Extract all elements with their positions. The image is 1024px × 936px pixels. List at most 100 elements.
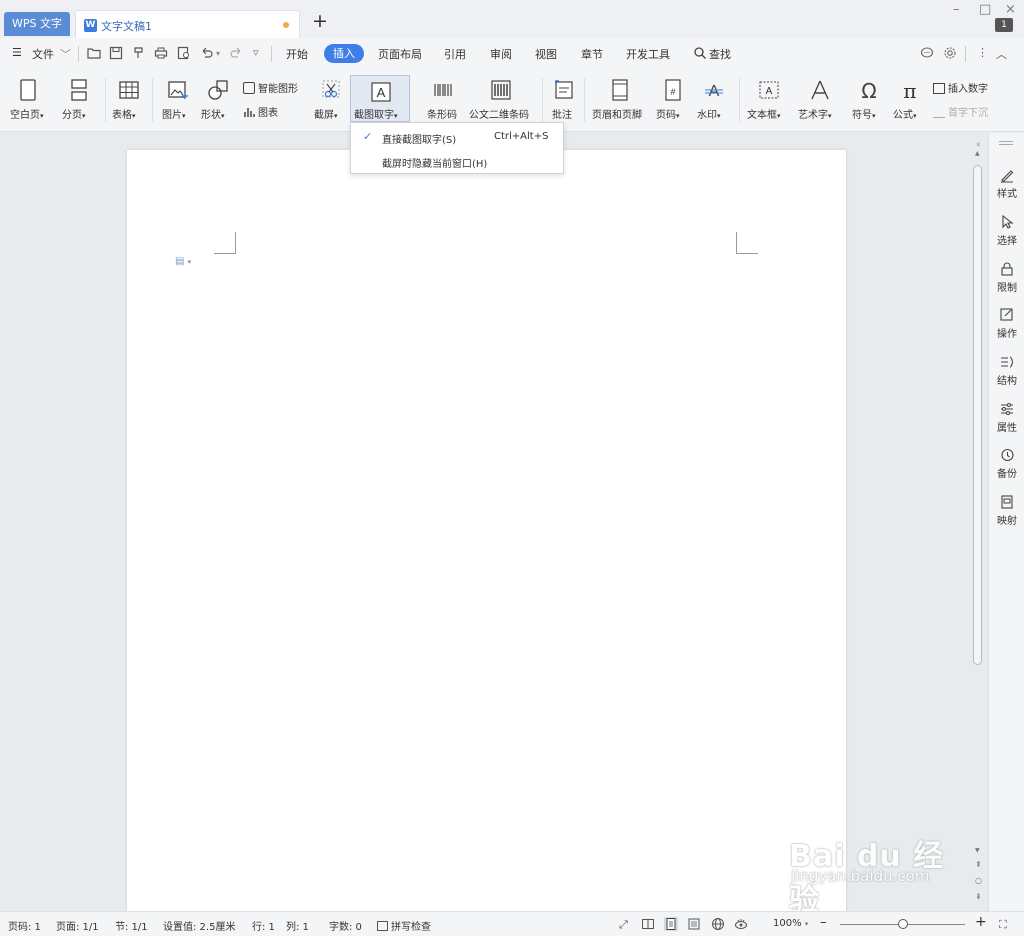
close-button[interactable]: ×	[1005, 2, 1016, 17]
screenshot-button[interactable]: 截屏▾	[314, 78, 348, 121]
tab-developer[interactable]: 开发工具	[626, 46, 670, 62]
zoom-level-dropdown[interactable]: 100% ▾	[773, 918, 808, 929]
more-options-icon[interactable]: ⋮	[977, 46, 988, 59]
insert-number-button[interactable]: 插入数字	[933, 80, 988, 95]
picture-button[interactable]: 图片▾	[162, 78, 194, 121]
account-badge[interactable]: 1	[995, 18, 1013, 32]
side-item-restrict[interactable]: 限制	[989, 261, 1024, 294]
collapse-ribbon-chevron-icon[interactable]: ︿	[996, 46, 1007, 62]
zoom-out-button[interactable]: –	[820, 915, 827, 930]
page-view-icon[interactable]	[664, 917, 678, 931]
app-tab-wps[interactable]: WPS 文字	[4, 12, 70, 36]
right-side-panel: 样式 选择 限制 操作 结构 属性 备份 映射	[988, 133, 1024, 911]
scroll-down-arrow-icon[interactable]: ▼	[975, 847, 980, 854]
feedback-icon[interactable]	[919, 45, 935, 61]
status-column[interactable]: 列: 1	[286, 918, 309, 933]
symbol-button[interactable]: Ω 符号▾	[852, 78, 886, 121]
format-painter-icon[interactable]	[131, 45, 147, 61]
status-row[interactable]: 行: 1	[252, 918, 275, 933]
smart-graphic-button[interactable]: 智能图形	[243, 80, 298, 95]
scroll-up-arrow-icon[interactable]: ▲	[975, 150, 980, 157]
side-item-style[interactable]: 样式	[989, 167, 1024, 200]
page-break-button[interactable]: 分页▾	[62, 78, 96, 121]
spellcheck-toggle[interactable]: 拼写检查	[377, 918, 431, 933]
read-mode-icon[interactable]	[641, 917, 655, 931]
barcode-button[interactable]: 条形码	[427, 78, 459, 121]
formula-button[interactable]: π 公式▾	[893, 78, 927, 121]
menu-item-hide-window[interactable]: 截屏时隐藏当前窗口(H)	[351, 149, 563, 173]
ocr-button[interactable]: A 截图取字▾	[350, 75, 410, 122]
chart-button[interactable]: 图表	[243, 104, 278, 119]
watermark-button[interactable]: A 水印▾	[697, 78, 731, 121]
next-page-icon[interactable]: ⇟	[975, 892, 982, 901]
tab-review[interactable]: 审阅	[490, 46, 512, 62]
tab-references[interactable]: 引用	[444, 46, 466, 62]
file-menu-chevron-icon[interactable]: ﹀	[60, 46, 71, 62]
status-setting-value[interactable]: 设置值: 2.5厘米	[163, 918, 235, 933]
eye-protection-icon[interactable]	[734, 917, 748, 931]
print-icon[interactable]	[153, 45, 169, 61]
file-menu[interactable]: 文件	[32, 46, 54, 62]
zoom-slider-thumb[interactable]	[898, 919, 908, 929]
chart-icon	[243, 106, 255, 118]
menu-item-direct-ocr[interactable]: ✓ 直接截图取字(S) Ctrl+Alt+S	[351, 125, 563, 149]
settings-gear-icon[interactable]	[942, 45, 958, 61]
redo-icon[interactable]	[228, 45, 244, 61]
web-view-globe-icon[interactable]	[711, 917, 725, 931]
customize-quickbar-icon[interactable]: ▿	[253, 46, 259, 59]
document-tab[interactable]: W 文字文稿1	[75, 10, 300, 38]
svg-text:A: A	[766, 86, 773, 97]
paste-options-icon[interactable]: ▤ ▾	[175, 256, 191, 267]
fullscreen-icon[interactable]: ⤢	[619, 918, 628, 932]
wordart-button[interactable]: 艺术字▾	[798, 78, 842, 121]
outline-view-icon[interactable]	[687, 917, 701, 931]
side-item-properties[interactable]: 属性	[989, 401, 1024, 434]
textbox-button[interactable]: A 文本框▾	[747, 78, 791, 121]
undo-chevron-icon[interactable]: ▾	[216, 49, 220, 58]
undo-icon[interactable]	[199, 45, 215, 61]
scroll-top-icon[interactable]: ⌅	[975, 139, 982, 148]
checkmark-icon: ✓	[363, 130, 373, 143]
tab-page-layout[interactable]: 页面布局	[378, 46, 422, 62]
select-browse-object-icon[interactable]: ○	[975, 876, 982, 885]
maximize-button[interactable]: □	[979, 2, 991, 17]
side-item-backup[interactable]: 备份	[989, 447, 1024, 480]
open-folder-icon[interactable]	[86, 45, 102, 61]
tab-view[interactable]: 视图	[535, 46, 557, 62]
blank-page-button[interactable]: 空白页▾	[10, 78, 46, 121]
side-item-select[interactable]: 选择	[989, 214, 1024, 247]
new-tab-button[interactable]: +	[312, 11, 328, 31]
side-item-mapping[interactable]: 映射	[989, 494, 1024, 527]
document-page[interactable]: ▤ ▾	[127, 150, 846, 911]
side-item-operate[interactable]: 操作	[989, 307, 1024, 340]
status-page-number[interactable]: 页码: 1	[8, 918, 41, 933]
save-icon[interactable]	[108, 45, 124, 61]
zoom-in-button[interactable]: +	[975, 914, 987, 930]
search-label[interactable]: 查找	[709, 46, 731, 62]
table-button[interactable]: 表格▾	[112, 78, 146, 121]
tab-insert[interactable]: 插入	[324, 44, 364, 63]
panel-drag-handle-icon[interactable]	[999, 141, 1013, 145]
minimize-button[interactable]: –	[953, 2, 960, 17]
status-pages[interactable]: 页面: 1/1	[56, 918, 99, 933]
hamburger-icon[interactable]: ☰	[12, 46, 22, 59]
search-icon[interactable]	[693, 46, 707, 60]
vertical-scrollbar-thumb[interactable]	[973, 165, 982, 665]
header-footer-button[interactable]: 页眉和页脚	[592, 78, 648, 121]
unsaved-dot-icon	[283, 22, 289, 28]
document-tab-label: 文字文稿1	[101, 20, 152, 33]
writer-doc-icon: W	[84, 19, 97, 32]
fit-window-icon[interactable]: ⛶	[999, 918, 1007, 932]
side-item-structure[interactable]: 结构	[989, 354, 1024, 387]
tab-chapter[interactable]: 章节	[581, 46, 603, 62]
tab-home[interactable]: 开始	[286, 46, 308, 62]
status-section[interactable]: 节: 1/1	[115, 918, 148, 933]
comment-button[interactable]: 批注	[550, 78, 578, 121]
status-word-count[interactable]: 字数: 0	[329, 918, 362, 933]
prev-page-icon[interactable]: ⇞	[975, 860, 982, 869]
drop-cap-button[interactable]: 首字下沉	[933, 104, 988, 119]
shape-button[interactable]: 形状▾	[201, 78, 235, 121]
page-number-button[interactable]: # 页码▾	[656, 78, 690, 121]
print-preview-icon[interactable]	[176, 45, 192, 61]
qrcode-button[interactable]: 公文二维条码	[469, 78, 533, 121]
